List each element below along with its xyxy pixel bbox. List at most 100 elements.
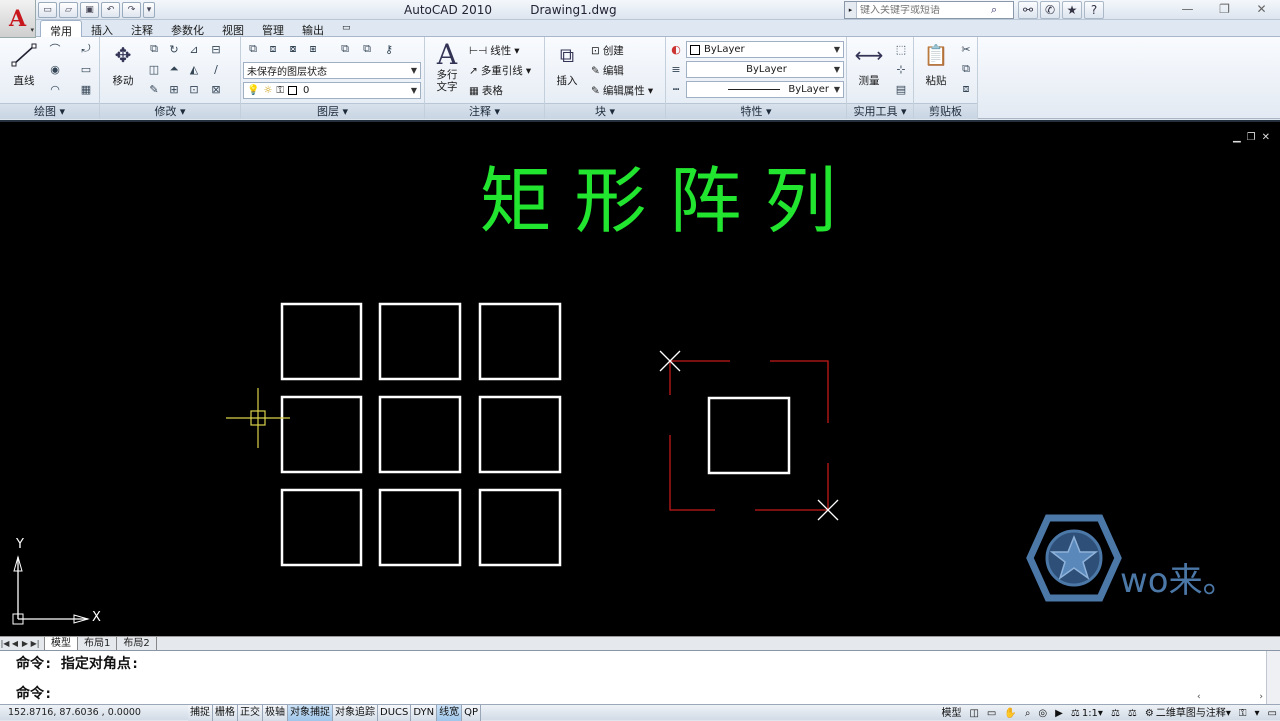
- mirror-icon[interactable]: ⏶: [166, 61, 182, 77]
- offset-icon[interactable]: ⊡: [186, 81, 202, 97]
- first-layout-icon[interactable]: |◀: [0, 639, 10, 648]
- modify-more-icon[interactable]: ⊠: [208, 81, 224, 97]
- layer-lock-icon[interactable]: ⚷: [381, 41, 397, 57]
- qp-toggle[interactable]: QP: [462, 704, 482, 721]
- search-input[interactable]: [857, 4, 991, 16]
- source-square[interactable]: [707, 396, 791, 475]
- command-prompt[interactable]: 命令:: [16, 683, 52, 703]
- circle-icon[interactable]: ◉: [47, 61, 63, 77]
- polyline-icon[interactable]: ⌒: [47, 41, 63, 57]
- stretch-icon[interactable]: ◫: [146, 61, 162, 77]
- close-icon[interactable]: ✕: [1243, 0, 1280, 18]
- favorites-star-icon[interactable]: ★: [1062, 1, 1082, 19]
- paste-button[interactable]: 📋 粘贴: [918, 41, 954, 87]
- annotation-panel-title[interactable]: 注释 ▾: [425, 103, 544, 119]
- tab-view[interactable]: 视图: [213, 20, 253, 37]
- polar-toggle[interactable]: 极轴: [263, 704, 288, 721]
- redo-icon[interactable]: ↷: [122, 2, 141, 18]
- measure-button[interactable]: ⟷ 测量: [851, 41, 887, 87]
- copy-clip-icon[interactable]: ⧉: [958, 61, 974, 77]
- layer-unisolate-icon[interactable]: ⧆: [305, 41, 321, 57]
- last-layout-icon[interactable]: ▶|: [30, 639, 40, 648]
- create-block-button[interactable]: ⊡ 创建: [591, 43, 624, 58]
- ducs-toggle[interactable]: DUCS: [378, 704, 412, 721]
- layer-isolate-icon[interactable]: ⧇: [285, 41, 301, 57]
- color-wheel-icon[interactable]: ◐: [668, 41, 684, 57]
- rectangle-icon[interactable]: ⤾: [78, 41, 94, 57]
- snap-toggle[interactable]: 捕捉: [188, 704, 213, 721]
- array-square[interactable]: [478, 395, 562, 474]
- explode-icon[interactable]: ∕: [208, 61, 224, 77]
- clean-screen-icon[interactable]: ▭: [1265, 705, 1280, 721]
- layer-state-dropdown[interactable]: 未保存的图层状态 ▼: [243, 62, 421, 79]
- workspace-button[interactable]: ⚙ 二维草图与注释 ▾: [1142, 705, 1234, 721]
- open-file-icon[interactable]: ▱: [59, 2, 78, 18]
- dyn-toggle[interactable]: DYN: [411, 704, 438, 721]
- help-search[interactable]: ▸ ⌕: [844, 1, 1014, 19]
- qat-dropdown-icon[interactable]: ▾: [143, 2, 155, 18]
- arc-icon[interactable]: ◠: [47, 81, 63, 97]
- rotate-icon[interactable]: ↻: [166, 41, 182, 57]
- tab-layout2[interactable]: 布局2: [117, 637, 157, 650]
- array-square[interactable]: [478, 488, 562, 567]
- zoom-icon[interactable]: ⌕: [1022, 705, 1034, 721]
- array-square[interactable]: [280, 395, 363, 474]
- lineweight-icon[interactable]: ≡: [668, 61, 684, 77]
- ribbon-minimize-icon[interactable]: ▭: [333, 20, 360, 37]
- block-panel-title[interactable]: 块 ▾: [545, 103, 665, 119]
- annotation-scale-button[interactable]: ⚖ 1:1 ▾: [1068, 705, 1106, 721]
- array-square[interactable]: [478, 302, 562, 381]
- new-file-icon[interactable]: ▭: [38, 2, 57, 18]
- lock-ui-icon[interactable]: ⚿: [1236, 705, 1250, 721]
- layout-view-icon[interactable]: ◫: [966, 705, 981, 721]
- binoculars-icon[interactable]: ⚯: [1018, 1, 1038, 19]
- array-square[interactable]: [280, 488, 363, 567]
- trim-icon[interactable]: ⊿: [186, 41, 202, 57]
- drawing-area[interactable]: ▁ ❐ ✕ 矩 形 阵 列 wo来。 Y X: [0, 120, 1280, 636]
- cut-icon[interactable]: ✂: [958, 41, 974, 57]
- linetype-dropdown[interactable]: ByLayer ▼: [686, 81, 844, 98]
- otrack-toggle[interactable]: 对象追踪: [333, 704, 378, 721]
- color-dropdown[interactable]: ByLayer ▼: [686, 41, 844, 58]
- point-style-icon[interactable]: ⊹: [893, 61, 909, 77]
- quick-select-icon[interactable]: ⬚: [893, 41, 909, 57]
- edit-attribute-button[interactable]: ✎ 编辑属性 ▾: [591, 83, 653, 98]
- calculator-icon[interactable]: ▤: [893, 81, 909, 97]
- search-icon[interactable]: ⌕: [991, 3, 997, 17]
- tab-layout1[interactable]: 布局1: [78, 637, 118, 650]
- table-button[interactable]: ▦ 表格: [469, 83, 503, 98]
- communication-center-icon[interactable]: ✆: [1040, 1, 1060, 19]
- scroll-right-icon[interactable]: ›: [1259, 692, 1263, 702]
- layer-off-icon[interactable]: ⧉: [359, 41, 375, 57]
- tab-insert[interactable]: 插入: [82, 20, 122, 37]
- array-square[interactable]: [378, 488, 462, 567]
- layer-state-icon[interactable]: ⧈: [265, 41, 281, 57]
- clipboard-panel-title[interactable]: 剪贴板: [914, 103, 977, 119]
- command-scrollbar[interactable]: [1266, 651, 1280, 705]
- auto-scale-icon[interactable]: ⚖: [1125, 705, 1140, 721]
- tab-manage[interactable]: 管理: [253, 20, 293, 37]
- scale-icon[interactable]: ✎: [146, 81, 162, 97]
- insert-block-button[interactable]: ⧉ 插入: [549, 41, 585, 87]
- edit-block-button[interactable]: ✎ 编辑: [591, 63, 624, 78]
- tab-home[interactable]: 常用: [40, 20, 82, 38]
- properties-panel-title[interactable]: 特性 ▾: [666, 103, 846, 119]
- model-space-button[interactable]: 模型: [938, 705, 964, 721]
- scroll-left-icon[interactable]: ‹: [1197, 692, 1201, 702]
- minimize-icon[interactable]: —: [1169, 0, 1206, 18]
- modify-panel-title[interactable]: 修改 ▾: [100, 103, 240, 119]
- showmotion-icon[interactable]: ▶: [1052, 705, 1066, 721]
- prev-layout-icon[interactable]: ◀: [10, 639, 20, 648]
- help-icon[interactable]: ?: [1084, 1, 1104, 19]
- osnap-toggle[interactable]: 对象捕捉: [288, 704, 333, 721]
- tab-output[interactable]: 输出: [293, 20, 333, 37]
- steeringwheel-icon[interactable]: ◎: [1035, 705, 1050, 721]
- pan-icon[interactable]: ✋: [1001, 705, 1019, 721]
- ortho-toggle[interactable]: 正交: [238, 704, 263, 721]
- restore-icon[interactable]: ❐: [1206, 0, 1243, 18]
- draw-panel-title[interactable]: 绘图 ▾: [0, 103, 99, 119]
- next-layout-icon[interactable]: ▶: [20, 639, 30, 648]
- layer-freeze-icon[interactable]: ⧉: [337, 41, 353, 57]
- linetype-icon[interactable]: ┅: [668, 81, 684, 97]
- move-button[interactable]: ✥ 移动: [106, 41, 140, 87]
